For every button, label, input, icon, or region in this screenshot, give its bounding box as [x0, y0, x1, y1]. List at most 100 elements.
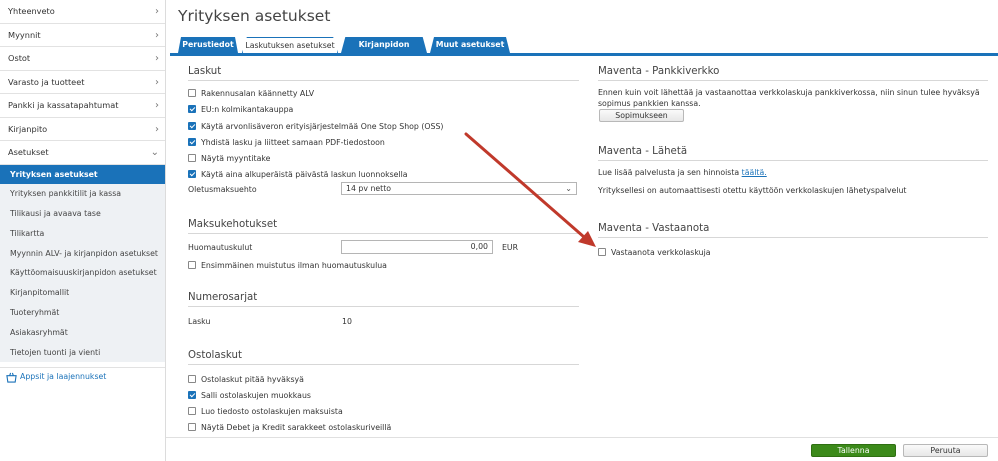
payment-term-value: 14 pv netto [346, 184, 392, 193]
checkbox[interactable] [188, 261, 196, 269]
section-title-maventa-vastaanota: Maventa - Vastaanota [598, 223, 710, 234]
nav-item-varasto[interactable]: Varasto ja tuotteet › [0, 71, 165, 94]
checkbox-row[interactable]: Salli ostolaskujen muokkaus [188, 391, 311, 400]
checkbox-label: Käytä aina alkuperäistä päivästä laskun … [201, 170, 408, 179]
chevron-right-icon: › [155, 123, 159, 135]
checkbox[interactable] [188, 407, 196, 415]
checkbox-label: Ensimmäinen muistutus ilman huomautuskul… [201, 261, 387, 270]
checkbox[interactable] [188, 391, 196, 399]
nav-label: Pankki ja kassatapahtumat [8, 100, 119, 110]
chevron-right-icon: › [155, 53, 159, 64]
checkbox-row[interactable]: Käytä arvonlisäveron erityisjärjestelmää… [188, 122, 443, 131]
checkbox-row[interactable]: Näytä myyntitake [188, 154, 270, 163]
checkbox-row[interactable]: Rakennusalan käännetty ALV [188, 89, 314, 98]
checkbox-label: EU:n kolmikantakauppa [201, 105, 294, 114]
checkbox-row[interactable]: Ostolaskut pitää hyväksyä [188, 375, 304, 384]
section-title-maventa-pankkiverkko: Maventa - Pankkiverkko [598, 66, 720, 77]
currency-label: EUR [502, 243, 519, 252]
send-info-label: Lue lisää palvelusta ja sen hinnoista [598, 168, 740, 177]
divider [188, 364, 579, 365]
checkbox-row[interactable]: Käytä aina alkuperäistä päivästä laskun … [188, 170, 408, 179]
sidebar-item-tuonti-vienti[interactable]: Tietojen tuonti ja vienti [0, 342, 165, 363]
tab-muut-asetukset[interactable]: Muut asetukset [430, 37, 510, 53]
checkbox-label: Näytä myyntitake [201, 154, 271, 163]
sidebar-item-pankkitilit[interactable]: Yrityksen pankkitilit ja kassa [0, 184, 165, 205]
nav-label: Varasto ja tuotteet [8, 76, 85, 87]
sidebar-item-yrityksen-asetukset[interactable]: Yrityksen asetukset [0, 164, 165, 185]
checkbox-row[interactable]: Ensimmäinen muistutus ilman huomautuskul… [188, 261, 387, 270]
cancel-button[interactable]: Peruuta [903, 444, 988, 457]
divider [188, 80, 579, 81]
checkbox[interactable] [188, 423, 196, 431]
chevron-right-icon: › [155, 100, 159, 111]
checkbox[interactable] [188, 170, 196, 178]
checkbox-label: Ostolaskut pitää hyväksyä [201, 375, 304, 384]
sopimukseen-button[interactable]: Sopimukseen [599, 109, 684, 122]
send-status-text: Yrityksellesi on automaattisesti otettu … [598, 186, 907, 195]
invoice-series-value: 10 [342, 317, 352, 326]
tab-laskutuksen-asetukset[interactable]: Laskutuksen asetukset [242, 37, 338, 53]
chevron-right-icon: › [155, 76, 159, 88]
receive-einvoice-checkbox[interactable] [598, 248, 606, 256]
sidebar-item-asiakasryhmat[interactable]: Asiakasryhmät [0, 322, 165, 343]
save-button[interactable]: Tallenna [811, 444, 896, 457]
send-info-text: Lue lisää palvelusta ja sen hinnoista tä… [598, 168, 767, 177]
divider [188, 233, 579, 234]
nav-label: Myynnit [8, 29, 41, 40]
payment-term-select[interactable]: 14 pv netto ⌄ [341, 182, 577, 195]
checkbox-row[interactable]: Näytä Debet ja Kredit sarakkeet ostolask… [188, 423, 391, 432]
nav-item-asetukset[interactable]: Asetukset ⌄ [0, 141, 165, 165]
tab-perustiedot[interactable]: Perustiedot [178, 37, 238, 53]
nav-item-myynnit[interactable]: Myynnit › [0, 24, 165, 47]
payment-term-label: Oletusmaksuehto [188, 185, 257, 194]
checkbox-row[interactable]: Luo tiedosto ostolaskujen maksuista [188, 407, 343, 416]
checkbox-label: Vastaanota verkkolaskuja [611, 248, 711, 257]
section-title-maventa-laheta: Maventa - Lähetä [598, 146, 688, 157]
pricing-link[interactable]: täältä. [742, 168, 767, 177]
divider [598, 160, 988, 161]
checkbox[interactable] [188, 154, 196, 162]
section-title-numerosarjat: Numerosarjat [188, 292, 258, 303]
chevron-down-icon: ⌄ [565, 184, 572, 193]
sidebar-item-tuoteryhmat[interactable]: Tuoteryhmät [0, 303, 165, 323]
nav-item-yhteenveto[interactable]: Yhteenveto › [0, 0, 165, 24]
sidebar-item-kayttoomaisuus[interactable]: Käyttöomaisuuskirjanpidon asetukset [0, 263, 165, 284]
sidebar-item-alv-asetukset[interactable]: Myynnin ALV- ja kirjanpidon asetukset [0, 243, 165, 264]
checkbox-label: Luo tiedosto ostolaskujen maksuista [201, 407, 343, 416]
nav-item-ostot[interactable]: Ostot › [0, 47, 165, 71]
apps-link-label: Appsit ja laajennukset [20, 372, 107, 381]
section-title-laskut: Laskut [188, 66, 222, 77]
tab-kirjanpidon-asetukset[interactable]: Kirjanpidon asetukset [341, 37, 427, 53]
checkbox-label: Yhdistä lasku ja liitteet samaan PDF-tie… [201, 138, 385, 147]
bank-network-text: Ennen kuin voit lähettää ja vastaanottaa… [598, 88, 980, 108]
checkbox[interactable] [188, 375, 196, 383]
chevron-down-icon: ⌄ [150, 147, 159, 158]
checkbox-row[interactable]: Vastaanota verkkolaskuja [598, 248, 711, 257]
fee-input[interactable]: 0,00 [341, 240, 493, 254]
apps-link[interactable]: Appsit ja laajennukset [0, 367, 165, 387]
checkbox[interactable] [188, 122, 196, 130]
divider [598, 237, 988, 238]
section-title-maksukehotukset: Maksukehotukset [188, 219, 278, 230]
checkbox[interactable] [188, 89, 196, 97]
checkbox[interactable] [188, 138, 196, 146]
nav-item-kirjanpito[interactable]: Kirjanpito › [0, 118, 165, 141]
checkbox-row[interactable]: EU:n kolmikantakauppa [188, 105, 293, 114]
sidebar: Yhteenveto › Myynnit › Ostot › Varasto ja t… [0, 0, 166, 461]
footer-divider [166, 437, 998, 438]
chevron-right-icon: › [155, 29, 159, 41]
checkbox-row[interactable]: Yhdistä lasku ja liitteet samaan PDF-tie… [188, 138, 385, 147]
divider [598, 80, 988, 81]
fee-label: Huomautuskulut [188, 243, 253, 252]
checkbox-label: Käytä arvonlisäveron erityisjärjestelmää… [201, 122, 444, 131]
sidebar-item-tilikausi[interactable]: Tilikausi ja avaava tase [0, 204, 165, 224]
nav-label: Ostot [8, 53, 31, 63]
nav-item-pankki[interactable]: Pankki ja kassatapahtumat › [0, 94, 165, 118]
sidebar-item-tilikartta[interactable]: Tilikartta [0, 223, 165, 244]
nav-label: Yhteenveto [8, 6, 55, 16]
sidebar-item-kirjanpitomallit[interactable]: Kirjanpitomallit [0, 283, 165, 304]
tab-underline [170, 53, 998, 56]
nav-label: Asetukset [8, 147, 49, 157]
checkbox-label: Näytä Debet ja Kredit sarakkeet ostolask… [201, 423, 392, 432]
checkbox[interactable] [188, 105, 196, 113]
